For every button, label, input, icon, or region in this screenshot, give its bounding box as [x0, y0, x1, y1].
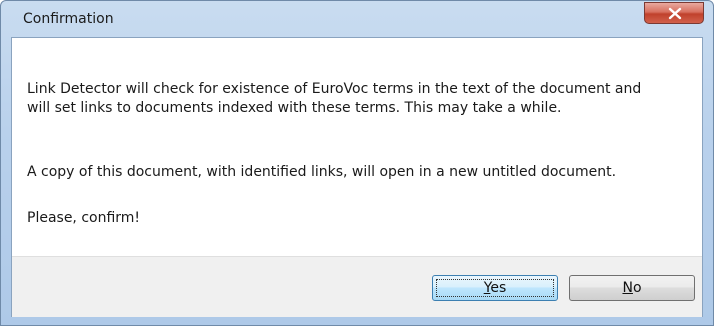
message-text-3: Please, confirm! [27, 210, 141, 226]
focus-rectangle [436, 279, 554, 297]
no-label: o [632, 280, 642, 296]
title-bar[interactable]: Confirmation [1, 1, 713, 37]
close-button[interactable] [644, 2, 704, 24]
close-icon [668, 7, 682, 20]
no-button[interactable]: No [569, 275, 695, 301]
dialog-content: Link Detector will check for existence o… [11, 37, 703, 317]
button-area: Yes No [12, 256, 702, 317]
yes-button[interactable]: Yes [432, 275, 558, 301]
message-text-1: Link Detector will check for existence o… [27, 81, 642, 116]
message-text-2: A copy of this document, with identified… [27, 164, 617, 180]
message-area: Link Detector will check for existence o… [12, 38, 702, 256]
no-accelerator: N [622, 280, 633, 296]
dialog-title: Confirmation [23, 11, 114, 27]
confirmation-dialog: Confirmation Link Detector will check fo… [0, 0, 714, 326]
